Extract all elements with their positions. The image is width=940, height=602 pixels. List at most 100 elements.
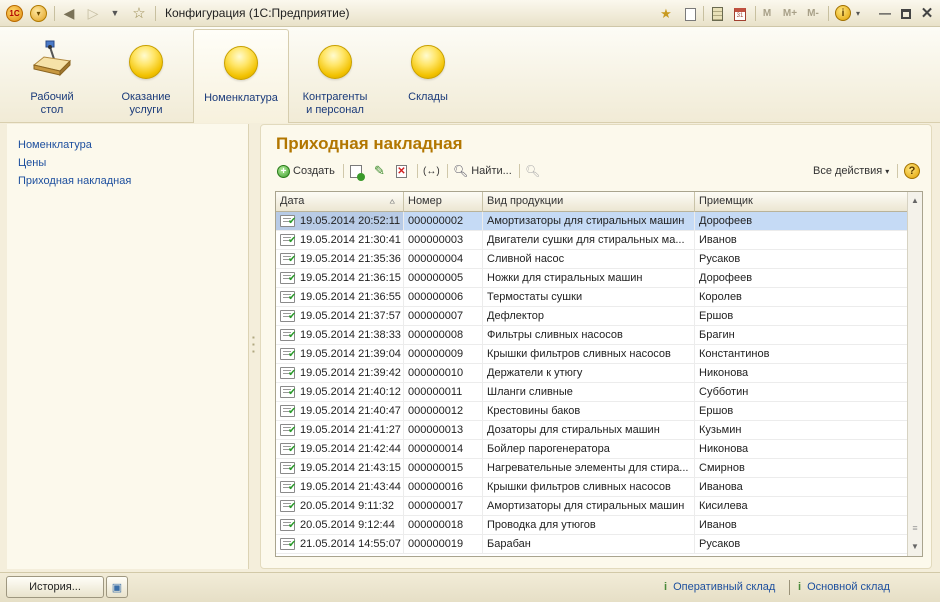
column-header-number[interactable]: Номер: [404, 192, 483, 212]
sections-panel: Рабочий стол Оказание услуги Номенклатур…: [0, 27, 940, 123]
product-text: Сливной насос: [487, 253, 565, 265]
print-page-icon[interactable]: [681, 5, 699, 23]
table-row[interactable]: 19.05.2014 21:36:55 000000006 Термостаты с…: [276, 288, 908, 307]
windows-list-button[interactable]: ▣: [106, 576, 128, 598]
create-button[interactable]: + Создать: [277, 161, 335, 181]
table-row[interactable]: 19.05.2014 21:40:47 000000012 Крестовины б…: [276, 402, 908, 421]
product-text: Барабан: [487, 538, 531, 550]
memory-minus-button[interactable]: M-: [804, 6, 822, 20]
table-row[interactable]: 19.05.2014 21:43:15 000000015 Нагревательн…: [276, 459, 908, 478]
panel-splitter[interactable]: ▪ ▪ ▪: [250, 124, 258, 569]
table-row[interactable]: 19.05.2014 21:37:57 000000007 Дефлектор Ерш…: [276, 307, 908, 326]
cell-product: Шланги сливные: [483, 383, 695, 401]
delete-mark-button[interactable]: ✕: [396, 161, 407, 181]
table-row[interactable]: 19.05.2014 21:35:36 000000004 Сливной насо…: [276, 250, 908, 269]
maximize-icon[interactable]: [897, 5, 915, 23]
forward-arrow-icon[interactable]: ▷: [84, 4, 102, 22]
status-link-main-warehouse[interactable]: i Основной склад: [798, 581, 890, 593]
posted-document-icon: [280, 462, 296, 474]
edit-button[interactable]: ✎: [374, 161, 385, 181]
cancel-search-button[interactable]: 🔍︎: [525, 161, 540, 181]
find-button[interactable]: 🔍︎ Найти...: [453, 161, 512, 181]
section-nomenclature[interactable]: Номенклатура: [193, 29, 289, 123]
number-text: 000000007: [408, 310, 464, 322]
add-favorite-icon[interactable]: ★: [657, 5, 675, 23]
number-text: 000000002: [408, 215, 464, 227]
table-row[interactable]: 20.05.2014 9:12:44 000000018 Проводка для …: [276, 516, 908, 535]
table-row[interactable]: 19.05.2014 21:43:44 000000016 Крышки фильт…: [276, 478, 908, 497]
date-text: 19.05.2014 21:37:57: [300, 310, 401, 322]
receiver-text: Русаков: [699, 538, 741, 550]
vertical-scrollbar[interactable]: ▲ ≡ ▼: [907, 192, 922, 556]
cell-date: 19.05.2014 21:40:47: [276, 402, 404, 420]
window-title: Конфигурация (1С:Предприятие): [165, 6, 350, 20]
close-icon[interactable]: ✕: [918, 4, 936, 22]
calculator-icon[interactable]: [708, 5, 726, 23]
posted-document-icon: [280, 443, 296, 455]
grip-icon: ▪ ▪ ▪: [252, 333, 255, 356]
table-row[interactable]: 21.05.2014 14:55:07 000000019 Барабан Русак…: [276, 535, 908, 554]
copy-button[interactable]: [350, 161, 365, 181]
table-row[interactable]: 19.05.2014 21:40:12 000000011 Шланги сливн…: [276, 383, 908, 402]
product-text: Фильтры сливных насосов: [487, 329, 623, 341]
history-button[interactable]: История...: [6, 576, 104, 598]
receiver-text: Королев: [699, 291, 742, 303]
table-row[interactable]: 19.05.2014 21:39:42 000000010 Держатели к …: [276, 364, 908, 383]
scroll-down-icon[interactable]: ▼: [908, 538, 922, 554]
favorites-star-icon[interactable]: ☆: [130, 4, 148, 22]
posted-document-icon: [280, 329, 296, 341]
main-menu-button[interactable]: ▾: [30, 5, 47, 22]
table-row[interactable]: 19.05.2014 21:41:27 000000013 Дозаторы для…: [276, 421, 908, 440]
nav-item-receipt-invoice[interactable]: Приходная накладная: [7, 172, 248, 190]
column-header-date[interactable]: Дата ⩟: [276, 192, 404, 212]
page-title: Приходная накладная: [276, 134, 463, 153]
all-actions-button[interactable]: Все действия ▾: [813, 161, 889, 181]
cell-receiver: Кузьмин: [695, 421, 908, 439]
posted-document-icon: [280, 424, 296, 436]
column-header-receiver[interactable]: Приемщик: [695, 192, 908, 212]
app-logo-icon[interactable]: 1С: [6, 5, 23, 22]
cell-product: Ножки для стиральных машин: [483, 269, 695, 287]
column-header-product[interactable]: Вид продукции: [483, 192, 695, 212]
documents-table[interactable]: Дата ⩟ Номер Вид продукции Приемщик 19.0…: [275, 191, 923, 557]
memory-m-button[interactable]: M: [760, 6, 774, 20]
scroll-grip-icon[interactable]: ≡: [908, 520, 922, 536]
interval-button[interactable]: (↔): [423, 161, 440, 181]
product-text: Дефлектор: [487, 310, 544, 322]
back-arrow-icon[interactable]: ◀: [60, 4, 78, 22]
posted-document-icon: [280, 253, 296, 265]
table-row[interactable]: 19.05.2014 21:38:33 000000008 Фильтры слив…: [276, 326, 908, 345]
posted-document-icon: [280, 272, 296, 284]
section-label: Склады: [408, 91, 448, 103]
minimize-icon[interactable]: —: [876, 4, 894, 22]
number-text: 000000004: [408, 253, 464, 265]
table-row[interactable]: 19.05.2014 21:30:41 000000003 Двигатели су…: [276, 231, 908, 250]
cell-product: Крышки фильтров сливных насосов: [483, 345, 695, 363]
table-row[interactable]: 19.05.2014 21:36:15 000000005 Ножки для ст…: [276, 269, 908, 288]
history-dropdown-icon[interactable]: ▼: [108, 4, 122, 22]
nav-item-prices[interactable]: Цены: [7, 154, 248, 172]
calendar-icon[interactable]: 31: [731, 5, 749, 23]
section-warehouses[interactable]: Склады: [384, 29, 472, 123]
table-row[interactable]: 20.05.2014 9:11:32 000000017 Амортизаторы …: [276, 497, 908, 516]
table-row[interactable]: 19.05.2014 21:42:44 000000014 Бойлер парог…: [276, 440, 908, 459]
date-text: 19.05.2014 21:36:55: [300, 291, 401, 303]
info-dropdown-icon[interactable]: ▾: [853, 7, 863, 19]
table-row[interactable]: 19.05.2014 20:52:11 000000002 Амортизаторы…: [276, 212, 908, 231]
cell-date: 19.05.2014 21:40:12: [276, 383, 404, 401]
table-row[interactable]: 19.05.2014 21:39:04 000000009 Крышки фильт…: [276, 345, 908, 364]
status-link-operative-warehouse[interactable]: i Оперативный склад: [664, 581, 775, 593]
section-contractors[interactable]: Контрагенты и персонал: [292, 29, 378, 123]
section-desktop[interactable]: Рабочий стол: [8, 29, 96, 123]
product-text: Амортизаторы для стиральных машин: [487, 500, 685, 512]
scroll-up-icon[interactable]: ▲: [908, 192, 922, 208]
info-icon[interactable]: i: [835, 5, 851, 21]
delete-icon: ✕: [396, 164, 407, 178]
section-services[interactable]: Оказание услуги: [102, 29, 190, 123]
cell-receiver: Дорофеев: [695, 212, 908, 230]
memory-plus-button[interactable]: M+: [781, 6, 799, 20]
cell-date: 21.05.2014 14:55:07: [276, 535, 404, 553]
nav-item-nomenclature[interactable]: Номенклатура: [7, 136, 248, 154]
help-button[interactable]: ?: [904, 161, 920, 181]
date-text: 21.05.2014 14:55:07: [300, 538, 401, 550]
